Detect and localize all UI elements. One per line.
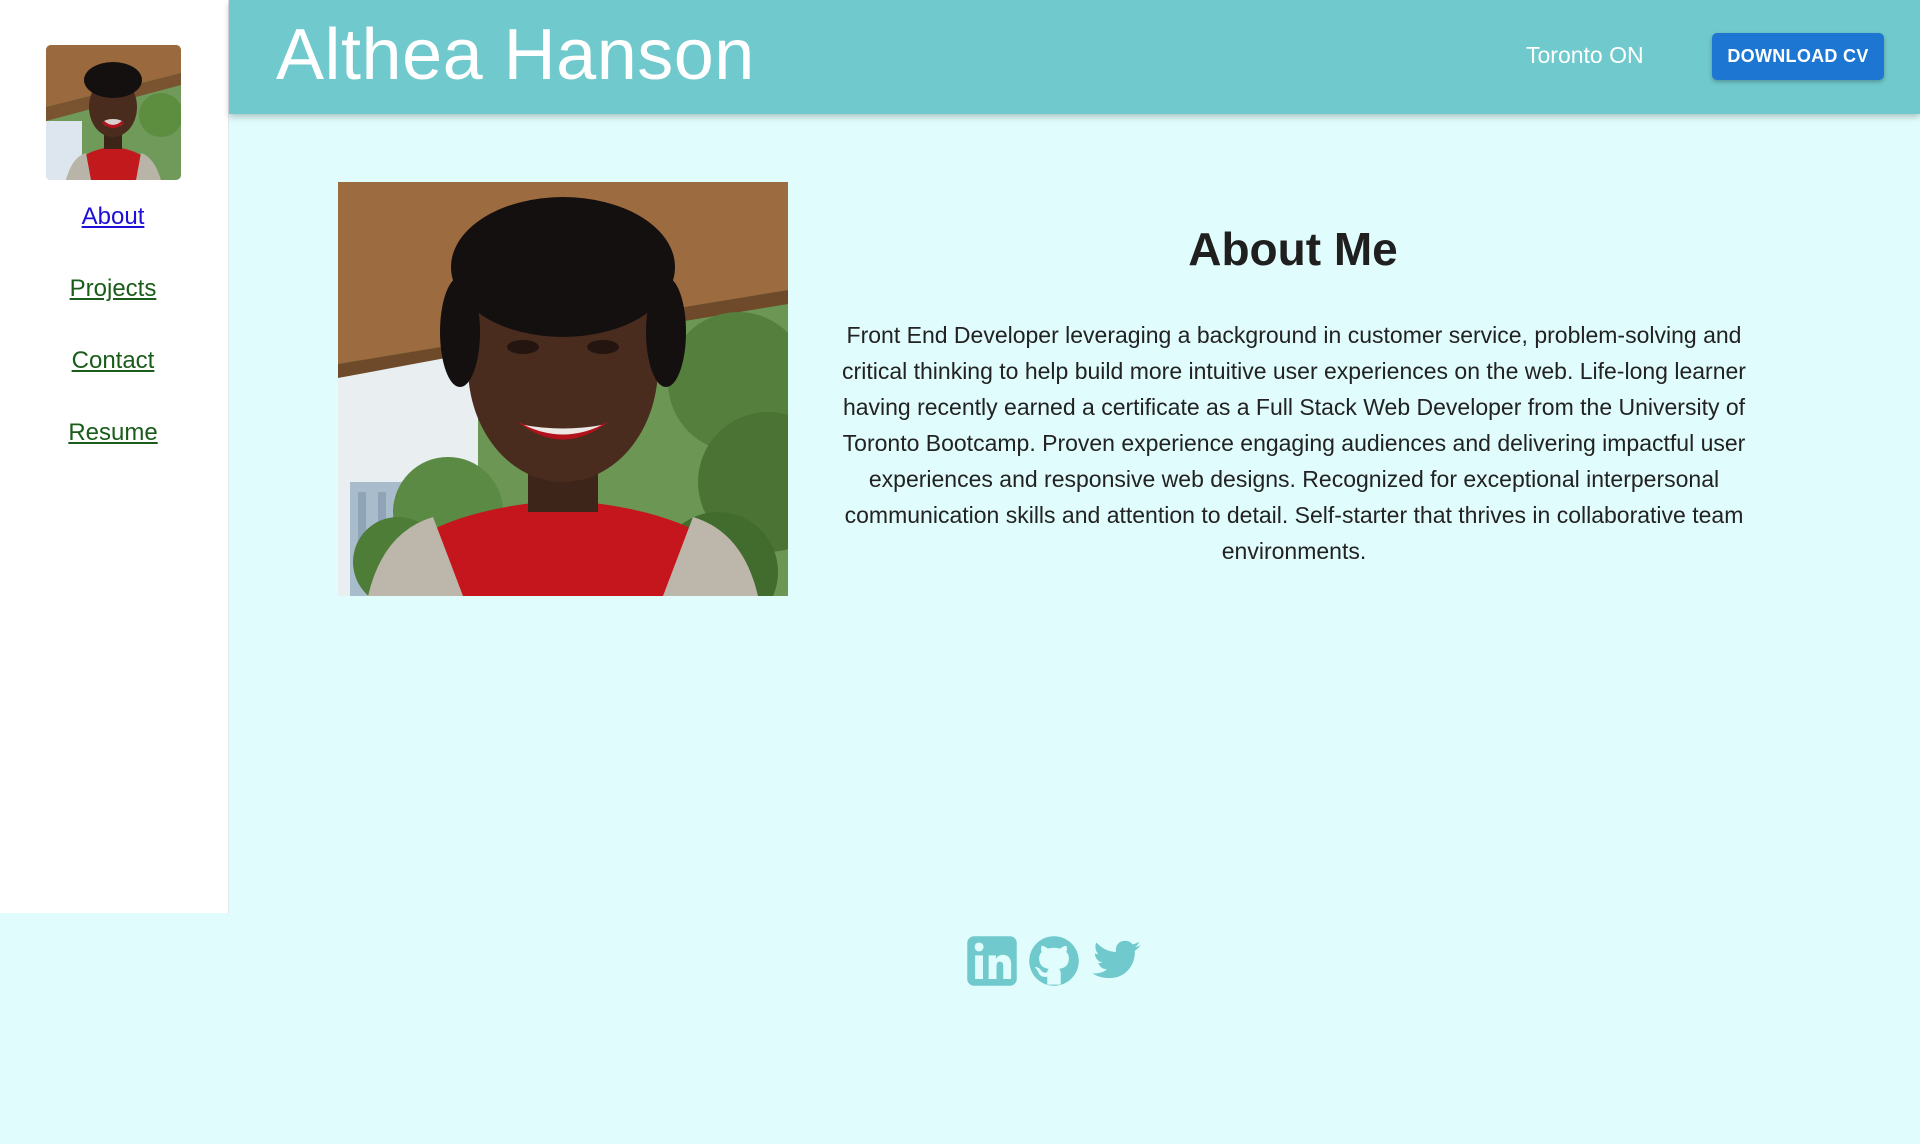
sidebar-item-about[interactable]: About — [0, 203, 226, 231]
linkedin-icon[interactable] — [965, 933, 1019, 989]
avatar — [46, 45, 181, 180]
header-bar: Althea Hanson Toronto ON DOWNLOAD CV — [229, 0, 1920, 114]
sidebar: About Projects Contact Resume — [0, 0, 229, 913]
twitter-icon[interactable] — [1089, 933, 1143, 989]
github-icon[interactable] — [1027, 933, 1081, 989]
site-title: Althea Hanson — [276, 15, 755, 95]
sidebar-item-projects[interactable]: Projects — [0, 275, 226, 303]
profile-photo-image — [338, 182, 788, 596]
profile-photo — [338, 182, 788, 596]
sidebar-item-resume[interactable]: Resume — [0, 419, 226, 447]
sidebar-item-contact[interactable]: Contact — [0, 347, 226, 375]
location-text: Toronto ON — [1526, 42, 1644, 68]
social-links — [965, 933, 1143, 989]
avatar-photo — [46, 45, 181, 180]
download-cv-button[interactable]: DOWNLOAD CV — [1712, 33, 1884, 80]
about-paragraph: Front End Developer leveraging a backgro… — [842, 322, 1746, 564]
about-title: About Me — [1188, 223, 1398, 275]
